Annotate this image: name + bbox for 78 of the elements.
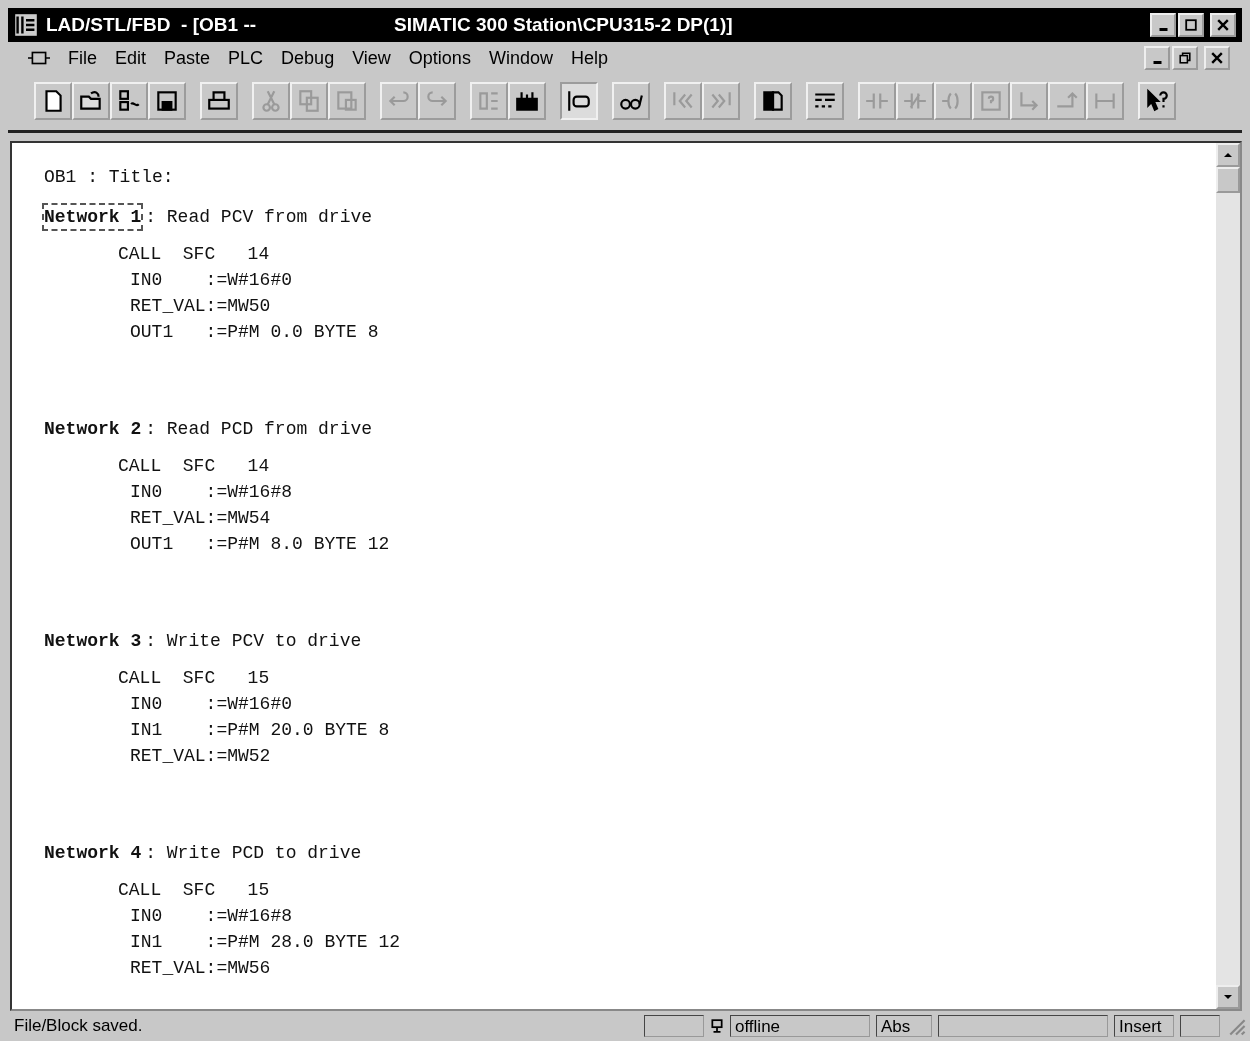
- status-message: File/Block saved.: [14, 1016, 144, 1036]
- plug-icon: [710, 1019, 724, 1033]
- maximize-icon: [1185, 19, 1197, 31]
- code-line: IN0 :=W#16#8: [130, 905, 294, 928]
- block-title: OB1 : Title:: [44, 167, 175, 189]
- menu-item[interactable]: Debug: [281, 47, 335, 69]
- code-line: CALL SFC 14: [118, 455, 271, 478]
- menu-item[interactable]: Options: [408, 47, 471, 69]
- network-label[interactable]: Network 3: [42, 627, 144, 655]
- scrollbar-thumb[interactable]: [1216, 167, 1240, 193]
- clipboard-icon: [334, 88, 360, 114]
- restore-button[interactable]: [1172, 46, 1198, 70]
- copy-icon: [296, 88, 322, 114]
- code-line: CALL SFC 15: [118, 879, 271, 902]
- status-panel: [644, 1015, 704, 1037]
- code-line: RET_VAL:=MW56: [130, 957, 272, 980]
- code-line: IN0 :=W#16#0: [130, 269, 294, 292]
- toolbar-button[interactable]: [34, 82, 72, 120]
- network-label[interactable]: Network 1: [42, 203, 144, 231]
- code-line: IN1 :=P#M 28.0 BYTE 12: [130, 931, 402, 954]
- book-icon: [760, 88, 786, 114]
- edit-mode: Insert: [1114, 1015, 1174, 1037]
- menu-item[interactable]: Help: [570, 47, 608, 69]
- restore-icon: [1179, 52, 1191, 64]
- help-icon: [1144, 88, 1170, 114]
- toolbar-button[interactable]: [754, 82, 792, 120]
- code-line: IN0 :=W#16#0: [130, 693, 294, 716]
- window-title: SIMATIC 300 Station\CPU315-2 DP(1)]: [394, 14, 733, 36]
- network-title: : Read PCV from drive: [145, 207, 373, 227]
- toolbar-button[interactable]: [612, 82, 650, 120]
- toolbar-button[interactable]: [200, 82, 238, 120]
- scroll-down-icon[interactable]: [1223, 992, 1233, 1002]
- network-label[interactable]: Network 4: [42, 839, 144, 867]
- toolbar-button[interactable]: [560, 82, 598, 120]
- toolbar-button[interactable]: [508, 82, 546, 120]
- window-title: LAD/STL/FBD - [OB1 --: [46, 14, 257, 36]
- code-line: IN1 :=P#M 20.0 BYTE 8: [130, 719, 391, 742]
- scroll-up-icon[interactable]: [1223, 150, 1233, 160]
- close-button[interactable]: [1210, 13, 1236, 37]
- code-line: IN0 :=W#16#8: [130, 481, 294, 504]
- menu-item[interactable]: Paste: [164, 47, 211, 69]
- menu-item[interactable]: Edit: [115, 47, 147, 69]
- code-line: CALL SFC 15: [118, 667, 271, 690]
- toolbar-button[interactable]: [72, 82, 110, 120]
- app-icon: [14, 13, 38, 37]
- toolbar-button[interactable]: [806, 82, 844, 120]
- network-title: : Write PCV to drive: [145, 631, 362, 651]
- close-button[interactable]: [1204, 46, 1230, 70]
- menu-item[interactable]: PLC: [228, 47, 264, 69]
- minimize-icon: [1158, 28, 1168, 31]
- code-line: CALL SFC 14: [118, 243, 271, 266]
- menu-item[interactable]: View: [352, 47, 391, 69]
- close-icon: [1211, 52, 1223, 64]
- code-line: RET_VAL:=MW52: [130, 745, 272, 768]
- network-title: : Write PCD to drive: [145, 843, 362, 863]
- box-icon: [978, 88, 1004, 114]
- address-mode: Abs: [876, 1015, 932, 1037]
- network-title: : Read PCD from drive: [145, 419, 373, 439]
- connection-status: offline: [730, 1015, 870, 1037]
- toolbar-button[interactable]: [148, 82, 186, 120]
- document-icon[interactable]: [28, 50, 50, 66]
- network-label[interactable]: Network 2: [42, 415, 144, 443]
- code-line: OUT1 :=P#M 0.0 BYTE 8: [130, 321, 380, 344]
- code-line: RET_VAL:=MW50: [130, 295, 272, 318]
- minimize-button[interactable]: [1144, 46, 1170, 70]
- status-panel: [1180, 1015, 1220, 1037]
- minimize-icon: [1152, 61, 1162, 64]
- toolbar-button[interactable]: [1138, 82, 1176, 120]
- toolbar-button[interactable]: [110, 82, 148, 120]
- vertical-scrollbar[interactable]: [1216, 143, 1240, 1009]
- menu-item[interactable]: File: [68, 47, 97, 69]
- minimize-button[interactable]: [1150, 13, 1176, 37]
- maximize-button[interactable]: [1178, 13, 1204, 37]
- code-line: RET_VAL:=MW54: [130, 507, 272, 530]
- code-line: OUT1 :=P#M 8.0 BYTE 12: [130, 533, 391, 556]
- download-icon: [116, 88, 142, 114]
- close-icon: [1217, 19, 1229, 31]
- menu-item[interactable]: Window: [488, 47, 553, 69]
